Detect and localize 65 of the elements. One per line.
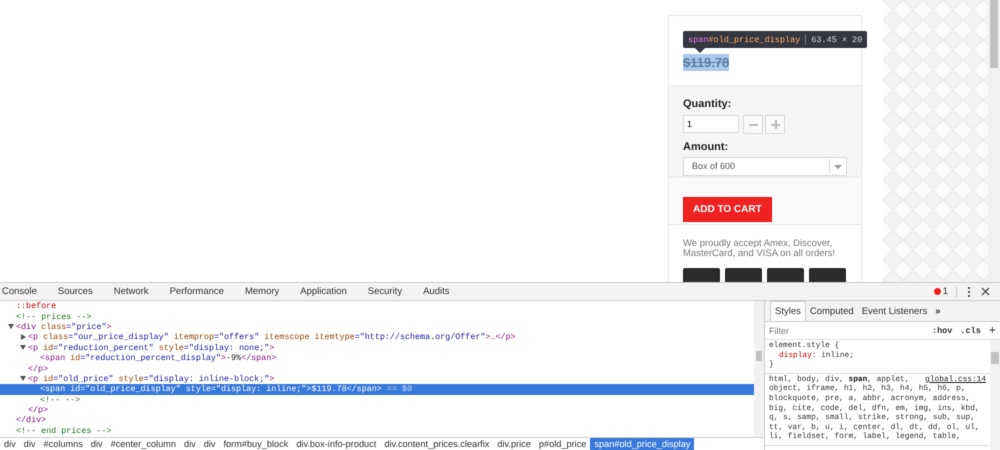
breadcrumb-item[interactable]: #columns (40, 438, 87, 450)
error-icon (934, 288, 941, 295)
code-line[interactable]: <span id="reduction_percent_display">-9%</span> (40, 353, 276, 364)
code-line[interactable]: </p> (28, 405, 48, 416)
tooltip-selector: span#old_price_display (688, 34, 800, 44)
code-line[interactable]: </p> (28, 364, 48, 374)
styles-tab[interactable]: Computed (806, 302, 858, 321)
breadcrumb-item[interactable]: p#old_price (534, 438, 590, 450)
code-line[interactable]: <p id="reduction_percent" style="display: none;"> (28, 342, 274, 353)
code-line[interactable]: <p class="our_price_display" itemprop="offers" itemscope itemtype="http://schema.org/Offer">…</p> (28, 332, 516, 342)
breadcrumb-item[interactable]: #center_column (106, 438, 180, 450)
styles-tab[interactable]: Event Listeners (858, 302, 932, 321)
code-line[interactable]: </div> (16, 415, 46, 426)
code-line[interactable]: <div class="price"> (16, 322, 112, 332)
panel-tab[interactable]: Security (366, 283, 410, 300)
panel-tab[interactable]: Sources (56, 283, 100, 300)
error-count[interactable]: 1 (934, 286, 948, 297)
code-line[interactable]: <!-- prices --> (16, 312, 92, 322)
code-line[interactable]: <span id="old_price_display" style="display: inline;">$119.78</span> == $0 (40, 384, 412, 394)
code-line[interactable]: <!-- --> (40, 394, 80, 405)
code-line[interactable]: <!-- end prices --> (16, 426, 112, 436)
breadcrumb-item[interactable]: form#buy_block (219, 438, 292, 450)
close-icon[interactable] (981, 287, 990, 296)
hover-state-button[interactable]: :hov (932, 326, 952, 336)
styles-scrollbar[interactable] (990, 340, 1000, 450)
payment-note: We proudly accept Amex, Discover, MasterCard, and VISA on all orders! (683, 239, 836, 259)
add-to-cart-button[interactable]: ADD TO CART (683, 196, 772, 222)
credit-card-icon (767, 268, 804, 282)
amount-dropdown[interactable]: Box of 600 (683, 156, 847, 176)
tree-scrollbar[interactable] (754, 301, 764, 437)
credit-card-icon (809, 268, 846, 282)
breadcrumb-item[interactable]: div (86, 438, 107, 450)
panel-tab[interactable]: Audits (421, 283, 456, 300)
styles-tab[interactable]: Styles (770, 301, 806, 321)
breadcrumb-item[interactable]: div (20, 438, 40, 450)
credit-card-icon (683, 268, 720, 282)
code-line[interactable]: ::before (16, 301, 56, 312)
more-options-icon[interactable] (965, 286, 973, 296)
expand-arrow-icon[interactable] (21, 334, 26, 340)
old-price: $119.78 (683, 54, 730, 71)
panel-tab[interactable]: Network (112, 283, 156, 300)
new-rule-button[interactable]: + (988, 324, 996, 338)
breadcrumb-item[interactable]: span#old_price_display (590, 438, 694, 450)
selected-dom-row[interactable]: <span id="old_price_display" style="display: inline;">$119.78</span> == $0 (0, 384, 754, 395)
quantity-label: Quantity: (683, 96, 732, 111)
page-scrollbar[interactable] (988, 0, 1000, 282)
breadcrumb-item[interactable]: div.price (493, 438, 535, 450)
code-line[interactable]: <p id="old_price" style="display: inline-block;"> (28, 374, 274, 384)
breadcrumb-item[interactable]: div.box-info-product (292, 438, 380, 450)
breadcrumb-item[interactable]: div.content_prices.clearfix (380, 438, 494, 450)
panel-tab[interactable]: Console (0, 283, 44, 300)
tooltip-size: 63.45 × 20 (811, 34, 862, 44)
credit-card-icon (725, 268, 762, 282)
amount-label: Amount: (683, 140, 730, 154)
breadcrumb-item[interactable]: div (200, 438, 220, 450)
collapse-arrow-icon[interactable] (20, 345, 26, 350)
breadcrumb-item[interactable]: div (0, 438, 20, 450)
panel-tab[interactable]: Performance (168, 283, 231, 300)
panel-tab[interactable]: Memory (242, 283, 286, 300)
quantity-field[interactable]: 1 (683, 114, 739, 133)
more-tabs-button[interactable]: » (931, 302, 944, 321)
breadcrumb-item[interactable]: div (180, 438, 200, 450)
panel-tab[interactable]: Application (298, 283, 354, 300)
collapse-arrow-icon[interactable] (8, 324, 14, 330)
class-button[interactable]: .cls (960, 326, 981, 336)
